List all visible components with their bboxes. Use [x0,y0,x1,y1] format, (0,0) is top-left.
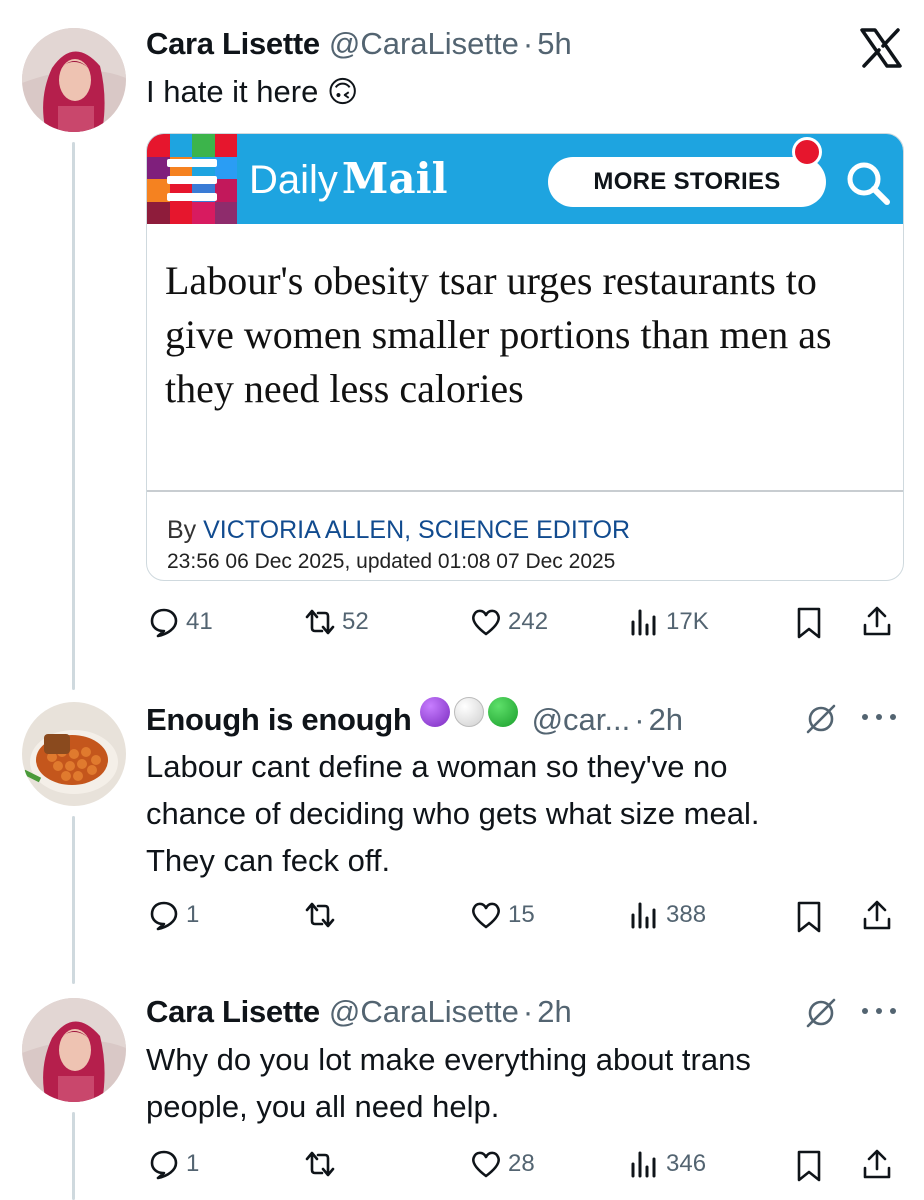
repost-count: 52 [342,608,369,635]
grok-icon[interactable] [804,702,838,736]
dateline: 23:56 06 Dec 2025, updated 01:08 07 Dec … [167,550,616,573]
tweet-header: Cara Lisette @CaraLisette · 2h [146,994,572,1030]
handle[interactable]: @CaraLisette [329,26,519,62]
avatar[interactable] [22,702,126,806]
separator: · [634,702,645,737]
reply-icon [150,1150,178,1180]
logo-daily: Daily [249,158,338,202]
tweet-text: I hate it here 🙃 [146,68,358,116]
tweet-text-line: Labour cant define a woman so they've no [146,749,728,784]
like-count: 28 [508,1150,535,1177]
thread-line [72,1112,75,1200]
purple-circle-emoji [419,697,450,727]
views-icon [631,902,656,929]
byline-prefix: By [167,516,204,544]
reply-count: 1 [186,1150,200,1177]
byline: By VICTORIA ALLEN, SCIENCE EDITOR [167,516,630,545]
views-button[interactable]: 388 [628,899,706,931]
like-button[interactable]: 15 [470,899,535,931]
more-stories-button[interactable]: MORE STORIES [548,157,826,207]
reply-icon [150,901,178,931]
tweet-text-line: chance of deciding who gets what size me… [146,796,760,831]
views-icon [631,609,656,636]
author: VICTORIA ALLEN, SCIENCE EDITOR [203,516,631,544]
like-button[interactable]: 242 [470,606,548,638]
repost-icon [305,1151,335,1177]
bookmark-icon[interactable] [792,900,826,934]
logo-mail: Mail [341,154,448,203]
timestamp[interactable]: 5h [537,26,571,62]
search-icon[interactable] [843,158,893,208]
repost-button[interactable] [304,1148,342,1180]
views-count: 388 [666,901,707,928]
divider [147,490,903,492]
like-icon [472,609,500,636]
like-count: 15 [508,901,535,928]
article-headline: Labour's obesity tsar urges restaurants … [165,258,832,411]
reply-button[interactable]: 41 [148,606,213,638]
repost-button[interactable]: 52 [304,606,369,638]
display-name[interactable]: Cara Lisette [146,994,320,1030]
reply-button[interactable]: 1 [148,1148,199,1180]
menu-icon[interactable] [167,159,217,201]
views-button[interactable]: 346 [628,1148,706,1180]
white-circle-emoji [453,697,484,727]
views-icon [631,1151,656,1178]
separator: · [522,994,534,1029]
link-card[interactable]: DailyMail MORE STORIES Labour's obesity … [146,133,904,581]
tweet-text-line: I hate it here [146,74,319,109]
handle[interactable]: @car... [532,702,631,738]
tweet-text-line: They can feck off. [146,843,391,878]
green-circle-emoji [487,697,518,727]
like-icon [472,902,500,929]
tweet-text: Why do you lot make everything about tra… [146,1036,751,1130]
bookmark-icon[interactable] [792,1149,826,1183]
grok-icon[interactable] [804,996,838,1030]
x-logo-icon [860,28,902,68]
tweet-text: Labour cant define a woman so they've no… [146,743,759,884]
tweet-header: Cara Lisette @CaraLisette · 5h [146,26,572,62]
reply-button[interactable]: 1 [148,899,199,931]
timestamp[interactable]: 2h [537,994,571,1030]
like-icon [472,1151,500,1178]
share-icon[interactable] [860,1147,894,1181]
share-icon[interactable] [860,604,894,638]
more-icon[interactable] [862,1008,896,1018]
like-button[interactable]: 28 [470,1148,535,1180]
repost-button[interactable] [304,899,342,931]
reply-count: 1 [186,901,200,928]
dailymail-header: DailyMail MORE STORIES [147,134,903,224]
notification-dot [792,137,822,167]
avatar[interactable] [22,28,126,132]
tweet-text-line: Why do you lot make everything about tra… [146,1042,751,1077]
timestamp[interactable]: 2h [649,702,683,738]
repost-icon [305,609,335,635]
like-count: 242 [508,608,549,635]
display-name[interactable]: Cara Lisette [146,26,320,62]
thread-line [72,816,75,984]
reply-icon [150,608,178,638]
display-name[interactable]: Enough is enough [146,702,412,738]
handle[interactable]: @CaraLisette [329,994,519,1030]
views-count: 17K [666,608,709,635]
more-icon[interactable] [862,714,896,724]
dailymail-logo: DailyMail [249,154,448,203]
reply-count: 41 [186,608,213,635]
separator: · [522,26,534,61]
thread-line [72,142,75,690]
tweet-text-line: people, you all need help. [146,1089,500,1124]
upside-down-face-emoji: 🙃 [326,76,359,109]
views-button[interactable]: 17K [628,606,709,638]
share-icon[interactable] [860,898,894,932]
repost-icon [305,902,335,928]
tweet-header: Enough is enough @car... · 2h [146,697,683,738]
views-count: 346 [666,1150,707,1177]
avatar[interactable] [22,998,126,1102]
bookmark-icon[interactable] [792,606,826,640]
